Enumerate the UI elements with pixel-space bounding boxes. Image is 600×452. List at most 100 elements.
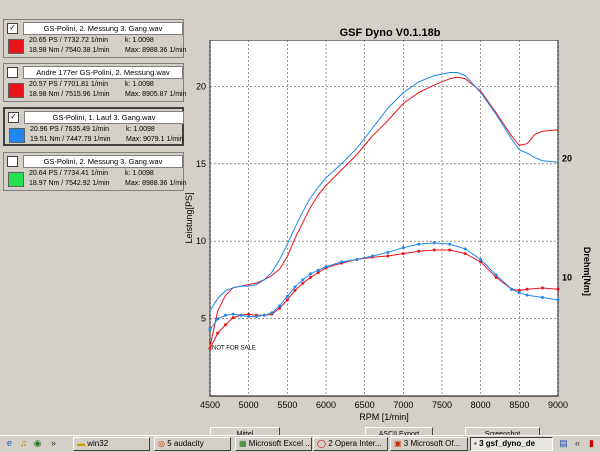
torque-data-point <box>216 317 220 321</box>
task-label: 3 gsf_dyno_de <box>479 439 536 448</box>
torque-data-point <box>309 275 313 279</box>
task-gsf-dyno[interactable]: ▪ 3 gsf_dyno_de <box>470 437 553 451</box>
color-swatch[interactable] <box>9 128 25 143</box>
torque-data-point <box>556 287 560 291</box>
torque-data-point <box>432 241 436 245</box>
torque-data-point <box>262 313 266 317</box>
explorer-icon[interactable]: ◉ <box>32 438 43 449</box>
x-tick-label: 5000 <box>239 400 259 410</box>
torque-data-point <box>417 242 421 246</box>
torque-data-point <box>247 314 251 318</box>
measurement-checkbox[interactable] <box>7 156 18 167</box>
measurement-name: GS-Polini, 2. Messung 3. Gang.wav <box>23 155 183 168</box>
torque-data-point <box>432 248 436 252</box>
measurement-card[interactable]: ✓ GS-Polini, 1. Lauf 3. Gang.wav 20.96 P… <box>3 107 184 146</box>
k-factor: k: 1.0098 <box>125 81 154 88</box>
measurement-card[interactable]: GS-Polini, 2. Messung 3. Gang.wav 20.64 … <box>3 152 187 191</box>
torque-value: 18.97 Nm / 7542.92 1/min <box>29 180 110 187</box>
y2-axis-label: Drehm[Nm] <box>582 247 592 296</box>
max-rpm: Max: 8988.36 1/min <box>125 180 187 187</box>
tray-chevron-icon[interactable]: « <box>572 438 583 449</box>
torque-value: 18.98 Nm / 7515.96 1/min <box>29 91 110 98</box>
y2-tick-label: 20 <box>562 154 572 164</box>
taskbar: e ♫ ◉ » ▬ win32 ◎ 5 audacity ▦ Microsoft… <box>0 435 600 452</box>
measurement-checkbox[interactable]: ✓ <box>8 112 19 123</box>
x-tick-label: 7500 <box>432 400 452 410</box>
torque-data-point <box>463 252 467 256</box>
opera-icon: ◯ <box>317 439 326 448</box>
measurement-name: GS-Polini, 1. Lauf 3. Gang.wav <box>24 111 184 124</box>
power-value: 20.96 PS / 7635.49 1/min <box>30 126 109 133</box>
torque-data-point <box>541 286 545 290</box>
x-axis-label: RPM [1/min] <box>359 412 409 422</box>
torque-data-point <box>285 294 289 298</box>
measurement-list: ✓ GS-Polini, 2. Messung 3. Gang.wav 20.6… <box>0 0 190 432</box>
torque-data-point <box>448 242 452 246</box>
measurement-card[interactable]: Andre 177er GS-Polini, 2. Messung.wav 20… <box>3 63 187 102</box>
watermark-text: NOT FOR SALE <box>212 346 256 352</box>
torque-data-point <box>270 311 274 315</box>
measurement-checkbox[interactable] <box>7 67 18 78</box>
chart-title: GSF Dyno V0.1.18b <box>339 27 441 39</box>
measurement-card[interactable]: ✓ GS-Polini, 2. Messung 3. Gang.wav 20.6… <box>3 19 187 58</box>
torque-data-point <box>231 312 235 316</box>
torque-data-point <box>401 252 405 256</box>
torque-data-point <box>324 265 328 269</box>
torque-data-point <box>479 258 483 262</box>
power-value: 20.65 PS / 7732.72 1/min <box>29 37 108 44</box>
torque-data-point <box>216 331 220 335</box>
color-swatch[interactable] <box>8 83 24 98</box>
max-rpm: Max: 8905.87 1/min <box>125 91 187 98</box>
k-factor: k: 1.0098 <box>125 37 154 44</box>
office-icon: ▣ <box>394 439 402 448</box>
y-tick-label: 15 <box>196 159 206 169</box>
folder-icon: ▬ <box>77 439 85 448</box>
torque-data-point <box>208 328 212 332</box>
y-tick-label: 5 <box>201 314 206 324</box>
y-tick-label: 10 <box>196 236 206 246</box>
torque-data-point <box>355 258 359 262</box>
x-tick-label: 4500 <box>200 400 220 410</box>
torque-data-point <box>510 287 514 291</box>
torque-data-point <box>239 313 243 317</box>
torque-data-point <box>386 250 390 254</box>
excel-icon: ▦ <box>239 439 247 448</box>
k-factor: k: 1.0098 <box>126 126 155 133</box>
media-icon[interactable]: ♫ <box>18 438 29 449</box>
measurement-name: GS-Polini, 2. Messung 3. Gang.wav <box>23 22 183 35</box>
torque-data-point <box>517 291 521 295</box>
power-value: 20.64 PS / 7734.41 1/min <box>29 170 108 177</box>
task-label: 5 audacity <box>167 439 204 448</box>
tray-status-icon[interactable]: ▮ <box>586 438 597 449</box>
torque-data-point <box>223 323 227 327</box>
task-opera[interactable]: ◯ 2 Opera Inter... <box>313 437 388 451</box>
task-win32[interactable]: ▬ win32 <box>73 437 150 451</box>
measurement-checkbox[interactable]: ✓ <box>7 23 18 34</box>
task-office[interactable]: ▣ 3 Microsoft Of... <box>390 437 468 451</box>
tray-app-icon[interactable]: ▤ <box>558 438 569 449</box>
torque-data-point <box>525 287 529 291</box>
color-swatch[interactable] <box>8 39 24 54</box>
torque-data-point <box>309 272 313 276</box>
x-tick-label: 6000 <box>316 400 336 410</box>
quick-launch-chevron-icon[interactable]: » <box>48 438 59 449</box>
y-axis-label: Leistung[PS] <box>184 192 194 243</box>
torque-data-point <box>541 296 545 300</box>
x-tick-label: 8500 <box>509 400 529 410</box>
torque-data-point <box>254 314 258 318</box>
max-rpm: Max: 8988.36 1/min <box>125 47 187 54</box>
torque-data-point <box>293 285 297 289</box>
plot-area <box>209 40 559 397</box>
torque-data-point <box>231 316 235 320</box>
task-label: win32 <box>87 439 109 448</box>
torque-data-point <box>556 298 560 302</box>
x-tick-label: 8000 <box>471 400 491 410</box>
torque-data-point <box>401 246 405 250</box>
task-excel[interactable]: ▦ Microsoft Excel ... <box>235 437 312 451</box>
ie-icon[interactable]: e <box>4 438 15 449</box>
measurement-name: Andre 177er GS-Polini, 2. Messung.wav <box>23 66 183 79</box>
task-audacity[interactable]: ◎ 5 audacity <box>154 437 231 451</box>
torque-data-point <box>370 254 374 258</box>
torque-data-point <box>301 278 305 282</box>
color-swatch[interactable] <box>8 172 24 187</box>
